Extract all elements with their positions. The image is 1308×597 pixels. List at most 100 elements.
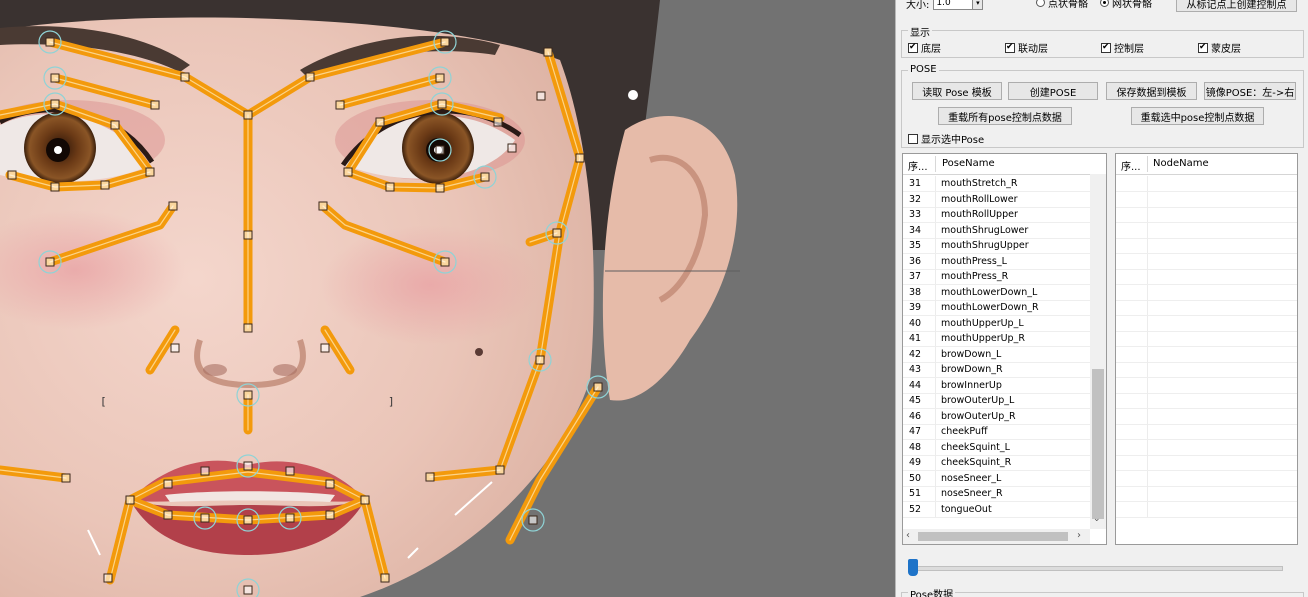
control-point-handle[interactable] — [335, 100, 345, 110]
checkbox[interactable] — [1005, 42, 1015, 53]
control-point-handle[interactable] — [243, 390, 253, 400]
pose-list-row[interactable]: 48 cheekSquint_L — [903, 439, 1090, 456]
pose-weight-slider-thumb[interactable] — [908, 559, 918, 576]
save-data-to-template-button[interactable]: 保存数据到模板 — [1106, 82, 1197, 100]
control-point-handle[interactable] — [495, 465, 505, 475]
node-list-row[interactable] — [1116, 377, 1297, 394]
control-point-handle[interactable] — [110, 120, 120, 130]
node-list-row[interactable] — [1116, 176, 1297, 192]
viewport-3d[interactable]: [ ] — [0, 0, 895, 597]
node-list-row[interactable] — [1116, 207, 1297, 223]
control-point-handle[interactable] — [385, 182, 395, 192]
control-point-handle[interactable] — [435, 183, 445, 193]
control-point-handle[interactable] — [168, 201, 178, 211]
control-point-handle[interactable] — [243, 230, 253, 240]
read-pose-template-button[interactable]: 读取 Pose 模板 — [912, 82, 1002, 100]
control-point-handle[interactable] — [536, 91, 546, 101]
pose-list-row[interactable]: 39 mouthLowerDown_R — [903, 300, 1090, 316]
control-point-handle[interactable] — [375, 117, 385, 127]
control-point-handle[interactable] — [493, 117, 503, 127]
display-checkbox-skin[interactable]: 蒙皮层 — [1198, 40, 1241, 55]
pose-list-row[interactable]: 33 mouthRollUpper — [903, 207, 1090, 223]
control-point-handle[interactable] — [163, 510, 173, 520]
node-list-row[interactable] — [1116, 470, 1297, 487]
pose-list-row[interactable]: 42 browDown_L — [903, 346, 1090, 363]
control-point-handle[interactable] — [150, 100, 160, 110]
size-input[interactable]: 1.0 — [933, 0, 974, 10]
control-point-handle[interactable] — [318, 201, 328, 211]
node-list-row[interactable] — [1116, 253, 1297, 270]
control-point-handle[interactable] — [243, 515, 253, 525]
pose-list-row[interactable]: 31 mouthStretch_R — [903, 176, 1090, 192]
control-point-handle[interactable] — [200, 466, 210, 476]
create-control-from-marker-button[interactable]: 从标记点上创建控制点 — [1176, 0, 1297, 12]
col-index-header[interactable]: 序... — [908, 158, 928, 173]
pose-list-row[interactable]: 44 browInnerUp — [903, 377, 1090, 394]
node-list-row[interactable] — [1116, 191, 1297, 208]
control-point-handle[interactable] — [125, 495, 135, 505]
pose-list-row[interactable]: 36 mouthPress_L — [903, 253, 1090, 270]
pose-list-row[interactable]: 49 cheekSquint_R — [903, 455, 1090, 471]
control-point-handle[interactable] — [163, 479, 173, 489]
pose-list-hscrollbar[interactable]: ‹ › — [903, 529, 1090, 544]
control-point-handle[interactable] — [200, 513, 210, 523]
pose-list-row[interactable]: 52 tongueOut — [903, 501, 1090, 518]
node-list-row[interactable] — [1116, 362, 1297, 378]
node-list-row[interactable] — [1116, 238, 1297, 254]
col-posename-header[interactable]: PoseName — [942, 158, 995, 169]
node-list-row[interactable] — [1116, 315, 1297, 332]
pose-list-row[interactable]: 43 browDown_R — [903, 362, 1090, 378]
pose-list-row[interactable]: 40 mouthUpperUp_L — [903, 315, 1090, 332]
pose-list-hscroll-thumb[interactable] — [918, 532, 1068, 541]
control-point-handle[interactable] — [440, 257, 450, 267]
face-render[interactable]: [ ] — [0, 0, 895, 597]
control-point-handle[interactable] — [243, 110, 253, 120]
control-point-handle[interactable] — [575, 153, 585, 163]
node-list-row[interactable] — [1116, 486, 1297, 502]
pose-list-row[interactable]: 51 noseSneer_R — [903, 486, 1090, 502]
node-list-row[interactable] — [1116, 222, 1297, 239]
control-point-handle[interactable] — [243, 323, 253, 333]
control-point-handle[interactable] — [552, 228, 562, 238]
reload-all-pose-controls-button[interactable]: 重载所有pose控制点数据 — [938, 107, 1072, 125]
node-list-row[interactable] — [1116, 501, 1297, 518]
node-list-row[interactable] — [1116, 424, 1297, 440]
control-point-handle[interactable] — [285, 466, 295, 476]
control-point-handle[interactable] — [305, 72, 315, 82]
control-point-handle[interactable] — [480, 172, 490, 182]
control-point-handle[interactable] — [100, 180, 110, 190]
control-point-handle[interactable] — [435, 73, 445, 83]
checkbox[interactable] — [908, 42, 918, 53]
display-checkbox-control[interactable]: 控制层 — [1101, 40, 1144, 55]
pose-list-row[interactable]: 46 browOuterUp_R — [903, 408, 1090, 425]
pose-list-row[interactable]: 45 browOuterUp_L — [903, 393, 1090, 409]
radio-point-bones[interactable] — [1036, 0, 1045, 7]
mirror-pose-button[interactable]: 镜像POSE：左->右 — [1204, 82, 1296, 100]
show-selected-pose-toggle[interactable]: 显示选中Pose — [908, 131, 984, 146]
pose-list[interactable]: 序... PoseName 31 mouthStretch_R 32 mouthRol… — [902, 153, 1107, 545]
control-point-handle[interactable] — [535, 355, 545, 365]
control-point-handle[interactable] — [45, 37, 55, 47]
pose-list-row[interactable]: 38 mouthLowerDown_L — [903, 284, 1090, 301]
checkbox[interactable] — [908, 133, 918, 144]
pose-list-row[interactable]: 37 mouthPress_R — [903, 269, 1090, 285]
control-point-handle[interactable] — [285, 513, 295, 523]
control-point-handle[interactable] — [528, 515, 538, 525]
node-list-row[interactable] — [1116, 331, 1297, 347]
pose-list-row[interactable]: 41 mouthUpperUp_R — [903, 331, 1090, 347]
control-point-handle[interactable] — [343, 167, 353, 177]
control-point-handle[interactable] — [325, 510, 335, 520]
col-index-header[interactable]: 序... — [1121, 158, 1141, 173]
control-point-handle[interactable] — [61, 473, 71, 483]
control-point-handle[interactable] — [243, 461, 253, 471]
control-point-handle[interactable] — [360, 495, 370, 505]
control-point-handle[interactable] — [435, 145, 445, 155]
checkbox[interactable] — [1101, 42, 1111, 53]
control-point-handle[interactable] — [45, 257, 55, 267]
node-list-row[interactable] — [1116, 455, 1297, 471]
pose-list-row[interactable]: 34 mouthShrugLower — [903, 222, 1090, 239]
node-list-row[interactable] — [1116, 300, 1297, 316]
control-point-handle[interactable] — [437, 99, 447, 109]
pose-list-row[interactable]: 32 mouthRollLower — [903, 191, 1090, 208]
control-point-handle[interactable] — [50, 182, 60, 192]
